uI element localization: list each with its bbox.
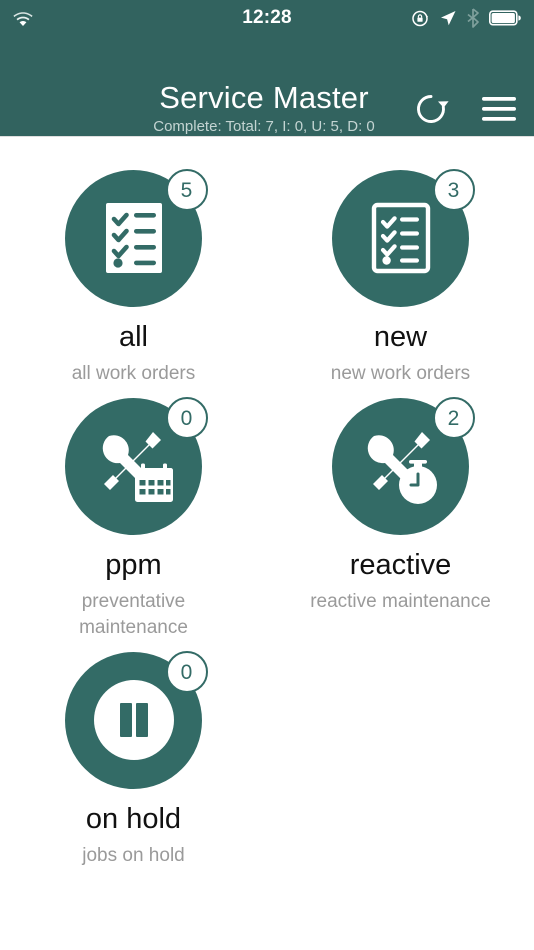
app-bar: Service Master Complete: Total: 7, I: 0,… — [0, 36, 534, 136]
tile-all[interactable]: 5 all all work orders — [0, 167, 267, 397]
tile-all-badge: 5 — [165, 169, 208, 211]
tile-on-hold-subtitle: jobs on hold — [82, 845, 185, 866]
tile-new[interactable]: 3 new new work orders — [267, 167, 534, 397]
tile-on-hold-title: on hold — [85, 803, 182, 835]
refresh-icon — [413, 91, 449, 127]
bluetooth-icon — [466, 8, 480, 28]
dashboard-content: 5 all all work orders 3 new new work ord… — [0, 137, 534, 950]
tile-ppm[interactable]: 0 ppm preventative maintenance — [0, 395, 267, 651]
clipboard-checklist-outline-icon — [368, 201, 434, 275]
hamburger-menu-icon — [480, 94, 518, 124]
tile-ppm-subtitle: preventative maintenance — [79, 591, 188, 638]
tile-reactive-subtitle: reactive maintenance — [310, 591, 491, 612]
tile-reactive[interactable]: 2 reactive reactive maintenance — [267, 395, 534, 651]
rotation-lock-icon — [411, 9, 430, 28]
tile-new-icon-wrap: 3 — [321, 167, 481, 309]
tile-new-badge: 3 — [432, 169, 475, 211]
tools-calendar-icon — [91, 426, 177, 506]
wifi-icon — [12, 10, 34, 27]
tile-on-hold[interactable]: 0 on hold jobs on hold — [0, 649, 267, 879]
tile-reactive-icon-wrap: 2 — [321, 395, 481, 537]
tile-on-hold-badge: 0 — [165, 651, 208, 693]
tile-new-title: new — [373, 321, 428, 353]
tile-reactive-title: reactive — [349, 549, 452, 581]
location-arrow-icon — [439, 9, 457, 27]
tile-new-subtitle: new work orders — [330, 363, 471, 384]
tile-all-subtitle: all work orders — [71, 363, 196, 384]
app-bar-actions — [410, 88, 520, 130]
tile-ppm-icon-wrap: 0 — [54, 395, 214, 537]
status-bar: 12:28 — [0, 0, 534, 36]
clipboard-checklist-filled-icon — [98, 199, 170, 277]
tile-reactive-badge: 2 — [432, 397, 475, 439]
battery-icon — [489, 10, 522, 26]
tile-ppm-badge: 0 — [165, 397, 208, 439]
tile-ppm-title: ppm — [105, 549, 162, 581]
refresh-button[interactable] — [410, 88, 452, 130]
tile-all-icon-wrap: 5 — [54, 167, 214, 309]
tile-all-title: all — [118, 321, 148, 353]
status-bar-left — [12, 10, 34, 27]
tile-on-hold-icon-wrap: 0 — [54, 649, 214, 791]
tile-grid: 5 all all work orders 3 new new work ord… — [0, 167, 534, 879]
pause-circle-icon — [87, 673, 181, 767]
status-bar-right — [411, 8, 522, 28]
tools-stopwatch-icon — [358, 426, 444, 506]
menu-button[interactable] — [478, 88, 520, 130]
